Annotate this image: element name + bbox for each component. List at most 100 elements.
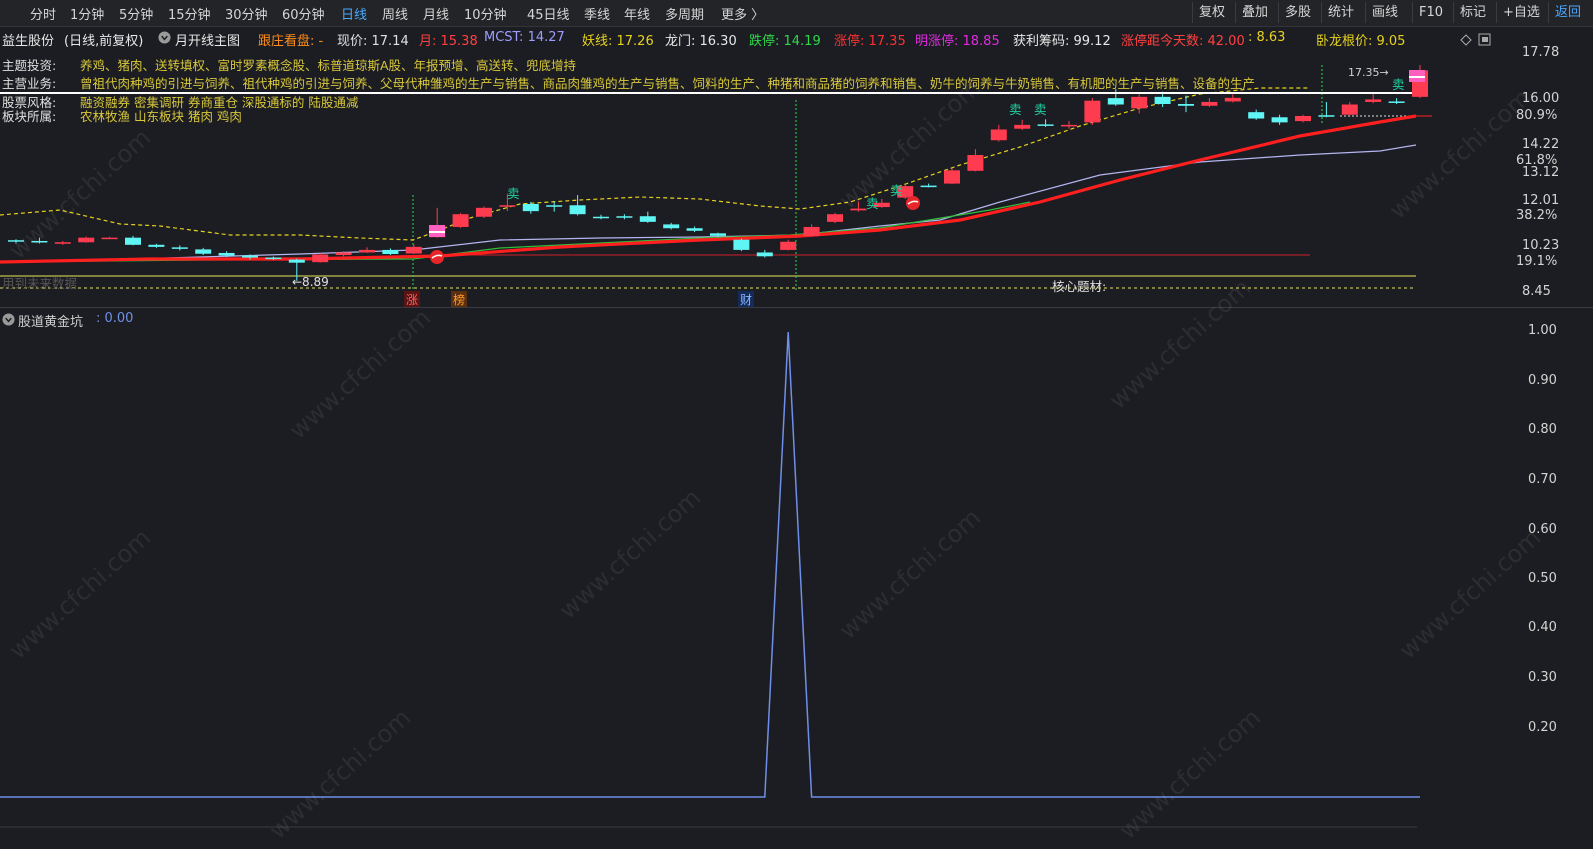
candle-body xyxy=(405,246,422,254)
future-data-label: 用到未来数据 xyxy=(2,276,78,291)
price-tick: 17.78 xyxy=(1522,45,1560,60)
ming-zhangting-value: 明涨停: 18.85 xyxy=(915,34,1000,49)
price-tick: 10.23 xyxy=(1522,238,1560,253)
candle-body xyxy=(593,216,609,219)
candle-body xyxy=(1107,98,1124,105)
candle-body xyxy=(265,257,282,260)
candle-body xyxy=(1224,97,1241,102)
price-tick: 16.00 xyxy=(1522,91,1560,106)
profit-chips-value: 获利筹码: 99.12 xyxy=(1013,34,1111,49)
candle-body xyxy=(1271,117,1288,123)
extra-value: : 8.63 xyxy=(1248,30,1286,45)
tab-timeframe-13[interactable]: 多周期 xyxy=(665,4,704,23)
tab-timeframe-0[interactable]: 分时 xyxy=(30,4,56,23)
tab-timeframe-1[interactable]: 1分钟 xyxy=(70,4,104,23)
panel-controls[interactable] xyxy=(1459,33,1493,47)
wolong-value: 卧龙根价: 9.05 xyxy=(1316,34,1406,49)
candle-body xyxy=(382,249,399,254)
sub-axis-tick: 0.80 xyxy=(1528,422,1557,437)
candle-body xyxy=(1061,124,1077,127)
add-watchlist-button[interactable]: +自选 xyxy=(1496,2,1546,23)
candle-body xyxy=(546,205,563,207)
candle-body xyxy=(710,233,726,236)
candle-body xyxy=(1154,96,1171,104)
dragon-tiger-marker[interactable]: 榜 xyxy=(451,291,468,308)
tab-timeframe-3[interactable]: 15分钟 xyxy=(168,4,211,23)
candle-body xyxy=(1037,124,1054,126)
candle-body xyxy=(78,237,95,243)
fib-tick: 19.1% xyxy=(1516,254,1558,269)
candle-body xyxy=(967,155,984,171)
tab-timeframe-10[interactable]: 45日线 xyxy=(527,4,570,23)
back-button[interactable]: 返回 xyxy=(1548,2,1587,23)
candle-body xyxy=(733,239,750,250)
stats-button[interactable]: 统计 xyxy=(1321,2,1360,23)
tab-timeframe-7[interactable]: 周线 xyxy=(382,4,408,23)
high-price-label: 17.35→ xyxy=(1348,66,1389,79)
candle-body xyxy=(452,214,469,227)
longmen-value: 龙门: 16.30 xyxy=(665,34,737,49)
candle-body xyxy=(1084,100,1101,123)
sub-axis-tick: 0.40 xyxy=(1528,620,1557,635)
follow-label: 跟庄看盘: - xyxy=(258,34,324,49)
candle-body xyxy=(1341,104,1358,115)
sub-axis-tick: 0.20 xyxy=(1528,720,1557,735)
candle-body xyxy=(663,224,680,229)
mark-button[interactable]: 标记 xyxy=(1453,2,1492,23)
sell-signal: 卖 xyxy=(507,186,520,201)
theme-label: 主题投资: xyxy=(2,58,57,73)
candle-body xyxy=(920,185,937,188)
business-label: 主营业务: xyxy=(2,76,57,91)
candle-body xyxy=(780,241,797,250)
tab-timeframe-9[interactable]: 10分钟 xyxy=(464,4,507,23)
main-indicator-name[interactable]: 月开线主图 xyxy=(175,30,240,49)
f10-button[interactable]: F10 xyxy=(1412,2,1449,23)
indicator-dropdown-icon[interactable] xyxy=(158,31,171,48)
tab-timeframe-4[interactable]: 30分钟 xyxy=(225,4,268,23)
tab-timeframe-12[interactable]: 年线 xyxy=(624,4,650,23)
sub-indicator-line xyxy=(0,331,1420,798)
core-theme-label: 核心题材: xyxy=(1052,279,1107,294)
tab-timeframe-2[interactable]: 5分钟 xyxy=(119,4,153,23)
sector-label: 板块所属: xyxy=(2,109,57,124)
panel-divider xyxy=(0,307,1593,308)
finance-marker[interactable]: 财 xyxy=(738,291,755,308)
tab-timeframe-8[interactable]: 月线 xyxy=(423,4,449,23)
overlay-button[interactable]: 叠加 xyxy=(1235,2,1274,23)
candle-body xyxy=(218,252,235,256)
limit-up-marker[interactable]: 涨 xyxy=(404,291,421,308)
candle-body xyxy=(522,203,539,212)
chart-mode: (日线,前复权) xyxy=(64,34,144,49)
sell-signal: 卖 xyxy=(1392,77,1405,92)
tab-timeframe-5[interactable]: 60分钟 xyxy=(282,4,325,23)
tab-timeframe-6[interactable]: 日线 xyxy=(341,4,367,23)
sell-signal: 卖 xyxy=(866,196,879,211)
candle-body xyxy=(312,254,329,263)
candle-body xyxy=(1318,115,1335,117)
candle-body xyxy=(359,249,375,253)
candle-body xyxy=(476,207,492,217)
candle-body xyxy=(101,237,118,240)
fib-tick: 38.2% xyxy=(1516,208,1558,223)
sub-indicator-chart[interactable] xyxy=(0,310,1520,830)
gift-icon-ribbon xyxy=(429,231,445,233)
multi-stock-button[interactable]: 多股 xyxy=(1278,2,1317,23)
fuquan-button[interactable]: 复权 xyxy=(1192,2,1231,23)
sector-text: 农林牧渔 山东板块 猪肉 鸡肉 xyxy=(80,109,242,124)
draw-button[interactable]: 画线 xyxy=(1365,2,1404,23)
candle-body xyxy=(335,252,352,256)
sell-signal: 卖 xyxy=(1034,102,1047,117)
yaoxian-value: 妖线: 17.26 xyxy=(582,34,654,49)
candle-body xyxy=(8,240,24,242)
price-tick: 12.01 xyxy=(1522,193,1560,208)
candle-body xyxy=(944,170,960,184)
ma-line-lavender xyxy=(0,144,1417,263)
price-tick: 14.22 xyxy=(1522,137,1560,152)
candle-body xyxy=(990,129,1007,141)
sell-signal: 卖 xyxy=(890,183,903,198)
zhangting-value: 涨停: 17.35 xyxy=(834,34,906,49)
candle-body xyxy=(569,205,586,215)
tab-timeframe-11[interactable]: 季线 xyxy=(584,4,610,23)
candle-body xyxy=(756,252,773,257)
tab-timeframe-14[interactable]: 更多 〉 xyxy=(721,4,764,23)
